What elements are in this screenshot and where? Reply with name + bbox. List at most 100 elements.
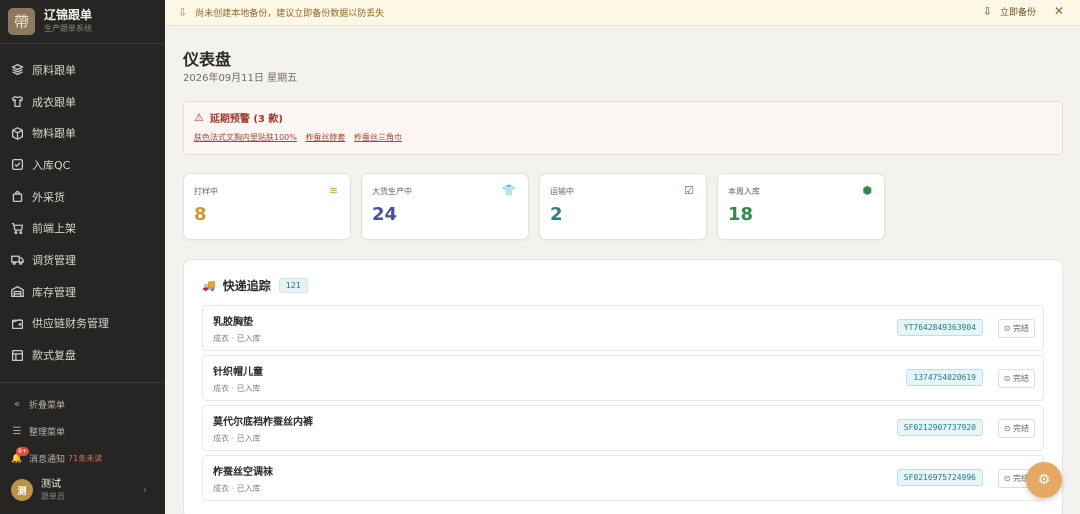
banner-text: 尚未创建本地备份，建议立即备份数据以防丢失 xyxy=(195,9,385,19)
brand-logo: 帶 xyxy=(8,8,35,35)
sidebar-item-garment[interactable]: 成衣跟单 xyxy=(0,86,165,118)
notifications-button[interactable]: 🔔 9+ 消息通知 71条未读 xyxy=(0,445,165,472)
stat-label: 大货生产中 xyxy=(372,187,412,196)
layers-icon: ≋ xyxy=(328,184,338,197)
sidebar-item-raw-material[interactable]: 原料跟单 xyxy=(0,54,165,86)
avatar: 测 xyxy=(11,479,33,501)
tracking-number[interactable]: YT7642849363904 xyxy=(896,319,983,336)
backup-now-button[interactable]: ⇩ 立即备份 xyxy=(983,5,1036,18)
backup-now-label: 立即备份 xyxy=(999,8,1036,18)
stat-card-shipping[interactable]: 运输中 2 ☑ xyxy=(539,173,707,240)
download-icon: ⇩ xyxy=(178,6,188,19)
alert-link[interactable]: 柞蚕丝脖套 xyxy=(305,133,345,142)
shirt-icon xyxy=(11,95,24,108)
sidebar-item-label: 物料跟单 xyxy=(32,127,76,141)
robot-icon: ⚙ xyxy=(1037,472,1051,488)
user-name: 测试 xyxy=(41,479,61,490)
bag-icon xyxy=(12,191,23,203)
notification-badge: 9+ xyxy=(16,446,29,456)
cart-icon xyxy=(11,222,24,234)
brand: 帶 辽锦跟单 生产跟单系统 xyxy=(0,0,165,44)
assistant-button[interactable]: ⚙ xyxy=(1026,462,1062,498)
sidebar-item-style-review[interactable]: 款式复盘 xyxy=(0,339,165,371)
sidebar-item-label: 成衣跟单 xyxy=(32,95,76,109)
list-item[interactable]: 针织帽儿童 成衣 · 已入库 1374754020619 ⊙ 完结 xyxy=(202,355,1044,401)
collapse-menu-label: 折叠菜单 xyxy=(29,401,66,411)
stat-value: 2 xyxy=(550,204,563,225)
shirt-icon: 👕 xyxy=(502,184,516,197)
stat-card-sampling[interactable]: 打样中 8 ≋ xyxy=(183,173,351,240)
complete-label: 完结 xyxy=(1013,324,1029,333)
sidebar-item-label: 供应链财务管理 xyxy=(32,317,109,331)
list-item[interactable]: 莫代尔底裆柞蚕丝内裤 成衣 · 已入库 SF0212907737920 ⊙ 完结 xyxy=(202,405,1044,451)
list-item[interactable]: 乳胶胸垫 成衣 · 已入库 YT7642849363904 ⊙ 完结 xyxy=(202,305,1044,351)
complete-label: 完结 xyxy=(1013,374,1029,383)
tracking-number[interactable]: SF0212907737920 xyxy=(896,419,983,436)
tracking-title: 快递追踪 xyxy=(222,279,271,293)
arrange-menu-label: 整理菜单 xyxy=(29,428,66,438)
truck-icon xyxy=(11,256,24,266)
brand-subtitle: 生产跟单系统 xyxy=(44,24,92,33)
box-icon xyxy=(11,126,24,140)
warehouse-icon xyxy=(11,286,24,298)
stat-value: 24 xyxy=(372,204,398,225)
wallet-icon xyxy=(11,318,24,329)
sidebar-item-label: 原料跟单 xyxy=(32,63,76,77)
notifications-label: 消息通知 xyxy=(29,455,66,465)
list-item[interactable]: 柞蚕丝空调袜 成衣 · 已入库 SF0216975724996 ⊙ 完结 xyxy=(202,455,1044,501)
complete-label: 完结 xyxy=(1013,424,1029,433)
alert-link[interactable]: 肤色法式文胸内里贴肤100% xyxy=(194,133,297,142)
tracking-number[interactable]: 1374754020619 xyxy=(906,369,983,386)
user-role: 跟单员 xyxy=(41,492,65,501)
arrange-menu-button[interactable]: ☰ 整理菜单 xyxy=(0,418,165,445)
stats-row: 打样中 8 ≋ 大货生产中 24 👕 运输中 2 ☑ 本周入库 18 ⬢ xyxy=(183,173,895,240)
sidebar-item-finance[interactable]: 供应链财务管理 xyxy=(0,308,165,340)
brand-title: 辽锦跟单 xyxy=(44,8,93,22)
tracking-card: 🚚 快递追踪 121 乳胶胸垫 成衣 · 已入库 YT7642849363904… xyxy=(183,259,1063,514)
tracking-number[interactable]: SF0216975724996 xyxy=(896,469,983,486)
complete-button[interactable]: ⊙ 完结 xyxy=(997,419,1035,438)
tracking-count-badge: 121 xyxy=(278,278,308,293)
sidebar-item-frontend-listing[interactable]: 前端上架 xyxy=(0,212,165,244)
chevron-right-icon: › xyxy=(143,484,147,496)
tracking-list: 乳胶胸垫 成衣 · 已入库 YT7642849363904 ⊙ 完结 针织帽儿童… xyxy=(202,305,1044,505)
sidebar-item-label: 调货管理 xyxy=(32,253,76,267)
stat-value: 8 xyxy=(194,204,207,225)
sidebar-item-outsourced[interactable]: 外采货 xyxy=(0,181,165,213)
double-chevron-left-icon: « xyxy=(13,399,21,410)
sidebar-item-label: 入库QC xyxy=(32,158,71,172)
complete-button[interactable]: ⊙ 完结 xyxy=(997,319,1035,338)
sidebar-item-inbound-qc[interactable]: 入库QC xyxy=(0,149,165,181)
sidebar-item-material[interactable]: 物料跟单 xyxy=(0,117,165,149)
stat-label: 本周入库 xyxy=(728,187,760,196)
truck-icon: 🚚 xyxy=(202,279,216,292)
collapse-menu-button[interactable]: « 折叠菜单 xyxy=(0,391,165,418)
download-icon: ⇩ xyxy=(982,5,992,18)
checkbox-icon xyxy=(11,159,24,171)
sidebar-item-label: 外采货 xyxy=(32,190,65,204)
stat-value: 18 xyxy=(728,204,754,225)
bell-icon: 🔔 9+ xyxy=(11,446,29,464)
stat-card-weekly-inbound[interactable]: 本周入库 18 ⬢ xyxy=(717,173,885,240)
user-profile[interactable]: 测 测试 跟单员 › xyxy=(0,472,165,508)
sidebar-item-label: 库存管理 xyxy=(32,285,76,299)
page-title: 仪表盘 xyxy=(183,50,232,69)
sidebar-bottom: « 折叠菜单 ☰ 整理菜单 🔔 9+ 消息通知 71条未读 xyxy=(0,382,165,472)
sidebar-item-transfer[interactable]: 调货管理 xyxy=(0,244,165,276)
list-icon: ☰ xyxy=(12,426,22,437)
alert-title: 延期预警 (3 款) xyxy=(209,114,283,125)
backup-banner: ⇩ 尚未创建本地备份，建议立即备份数据以防丢失 ⇩ 立即备份 ✕ xyxy=(165,0,1080,26)
warning-icon: ⚠ xyxy=(194,111,204,124)
sidebar: 帶 辽锦跟单 生产跟单系统 原料跟单 成衣跟单 物料跟单 入库QC 外采货 前端… xyxy=(0,0,165,514)
complete-button[interactable]: ⊙ 完结 xyxy=(997,369,1035,388)
checkbox-icon: ☑ xyxy=(684,184,694,197)
sidebar-item-inventory[interactable]: 库存管理 xyxy=(0,276,165,308)
stat-label: 运输中 xyxy=(550,187,574,196)
sidebar-item-label: 前端上架 xyxy=(32,222,76,236)
alert-link[interactable]: 柞蚕丝三角巾 xyxy=(354,133,402,142)
stat-card-production[interactable]: 大货生产中 24 👕 xyxy=(361,173,529,240)
close-icon[interactable]: ✕ xyxy=(1054,4,1064,18)
delay-alert: ⚠ 延期预警 (3 款) 肤色法式文胸内里贴肤100% 柞蚕丝脖套 柞蚕丝三角巾 xyxy=(183,101,1063,155)
stat-label: 打样中 xyxy=(194,187,218,196)
box-icon: ⬢ xyxy=(862,184,872,197)
